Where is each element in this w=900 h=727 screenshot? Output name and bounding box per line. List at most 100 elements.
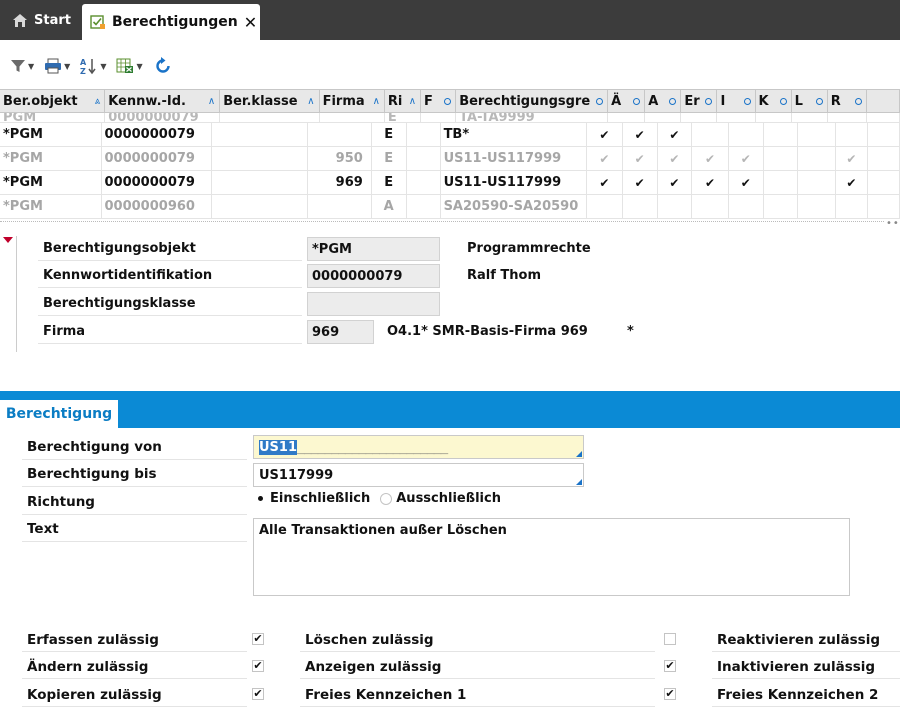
- anzeigen-label: Anzeigen zulässig: [305, 659, 442, 675]
- table-row[interactable]: PGM 0000000079 E TA-TA9999: [0, 113, 900, 123]
- export-button[interactable]: ▼: [116, 58, 143, 74]
- erfassen-checkbox[interactable]: ✔: [252, 633, 264, 645]
- divider: [22, 459, 247, 460]
- table-cell: ✔: [729, 171, 764, 194]
- permissions-grid: Ber.objekt ⩓ Kennw.-Id. ∧ Ber.klasse ∧ Firm…: [0, 89, 900, 219]
- aendern-checkbox[interactable]: ✔: [252, 660, 264, 672]
- table-cell: TB*: [441, 123, 588, 146]
- firma-description: O4.1* SMR-Basis-Firma 969: [387, 324, 588, 339]
- table-row[interactable]: *PGM 0000000079 969 E US11-US117999 ✔ ✔ ✔ ✔ ✔ ✔: [0, 171, 900, 195]
- collapse-marker-icon[interactable]: [3, 237, 13, 243]
- richtung-radio-group: Einschließlich Ausschließlich: [254, 491, 501, 506]
- column-header[interactable]: F: [421, 90, 457, 112]
- table-cell: PGM: [0, 113, 106, 122]
- divider: [300, 651, 655, 652]
- table-cell: 0000000960: [102, 195, 213, 218]
- column-header[interactable]: Er: [681, 90, 718, 112]
- richtung-label: Richtung: [27, 494, 95, 510]
- radio-ausschliesslich-label[interactable]: Ausschließlich: [396, 491, 501, 506]
- print-icon: [45, 58, 62, 74]
- column-header[interactable]: Berechtigungsgre: [456, 90, 609, 112]
- close-icon[interactable]: ✕: [244, 13, 257, 32]
- chevron-up-icon: ∧: [408, 95, 417, 107]
- divider: [38, 315, 302, 316]
- table-cell: [623, 195, 658, 218]
- table-cell: ✔: [658, 147, 693, 170]
- input-mask: ______________________: [297, 439, 448, 455]
- checkmark-icon: ✔: [669, 151, 680, 166]
- column-header[interactable]: Ä: [608, 90, 646, 112]
- chevron-down-icon: ▼: [136, 61, 143, 71]
- divider: [22, 706, 247, 707]
- column-header[interactable]: Firma ∧: [320, 90, 385, 112]
- column-header[interactable]: Ber.objekt ⩓: [0, 90, 106, 112]
- table-cell: 969: [308, 171, 372, 194]
- tab-berechtigungen[interactable]: Berechtigungen ✕: [82, 4, 260, 40]
- table-cell: ✔: [587, 147, 623, 170]
- column-header[interactable]: L: [792, 90, 828, 112]
- table-cell: 0000000079: [102, 171, 213, 194]
- table-cell: [212, 195, 309, 218]
- table-cell: [868, 147, 900, 170]
- text-area[interactable]: Alle Transaktionen außer Löschen: [253, 518, 850, 596]
- table-cell: 950: [308, 147, 372, 170]
- berechtigung-von-input[interactable]: US11 ______________________: [253, 435, 584, 459]
- table-cell: [658, 195, 693, 218]
- excel-export-icon: [116, 58, 134, 73]
- table-cell: [764, 147, 799, 170]
- berechtigung-bis-input[interactable]: US117999: [253, 463, 584, 487]
- checkmark-icon: ✔: [634, 151, 645, 166]
- column-header[interactable]: Ri ∧: [385, 90, 422, 112]
- divider: [38, 260, 302, 261]
- column-header[interactable]: K: [756, 90, 792, 112]
- table-row[interactable]: *PGM 0000000960 A SA20590-SA20590: [0, 195, 900, 219]
- column-header[interactable]: Kennw.-Id. ∧: [105, 90, 221, 112]
- table-row[interactable]: *PGM 0000000079 950 E US11-US117999 ✔ ✔ ✔ ✔ ✔ ✔: [0, 147, 900, 171]
- table-cell: [320, 113, 385, 122]
- section-tab-bar: [0, 391, 900, 428]
- tab-active-label: Berechtigungen: [112, 14, 238, 30]
- anzeigen-checkbox[interactable]: ✔: [664, 660, 676, 672]
- table-cell: E: [372, 171, 407, 194]
- column-header[interactable]: R: [828, 90, 867, 112]
- checkmark-icon: ✔: [599, 175, 610, 190]
- loeschen-checkbox[interactable]: [664, 633, 676, 645]
- table-cell: [692, 195, 729, 218]
- aendern-label: Ändern zulässig: [27, 659, 149, 675]
- freies1-label: Freies Kennzeichen 1: [305, 687, 467, 703]
- radio-einschliesslich-label[interactable]: Einschließlich: [270, 491, 370, 506]
- print-button[interactable]: ▼: [44, 58, 70, 74]
- table-cell: ✔: [836, 147, 868, 170]
- radio-ausschliesslich[interactable]: [380, 492, 393, 505]
- table-cell: [764, 171, 799, 194]
- refresh-button[interactable]: [153, 56, 173, 76]
- splitter-handle[interactable]: •••: [886, 218, 900, 229]
- table-cell: [212, 171, 309, 194]
- tab-start[interactable]: Start: [0, 0, 80, 40]
- table-cell: E: [372, 123, 407, 146]
- freies1-checkbox[interactable]: ✔: [664, 688, 676, 700]
- sort-az-icon: A Z: [80, 58, 96, 75]
- column-header[interactable]: [867, 90, 900, 112]
- svg-text:Z: Z: [80, 67, 86, 75]
- firma-label: Firma: [43, 324, 86, 339]
- column-header[interactable]: A: [645, 90, 682, 112]
- splitter[interactable]: [0, 221, 884, 222]
- divider: [22, 486, 247, 487]
- erfassen-label: Erfassen zulässig: [27, 632, 159, 648]
- column-header[interactable]: I: [717, 90, 756, 112]
- circle-icon: [444, 97, 452, 105]
- kopieren-checkbox[interactable]: ✔: [252, 688, 264, 700]
- field-help-icon: [576, 451, 582, 457]
- sort-button[interactable]: A Z ▼: [80, 57, 106, 75]
- tab-start-label: Start: [34, 12, 71, 28]
- table-cell: SA20590-SA20590: [441, 195, 588, 218]
- table-cell: [692, 123, 729, 146]
- table-row[interactable]: *PGM 0000000079 E TB* ✔ ✔ ✔: [0, 123, 900, 147]
- column-header[interactable]: Ber.klasse ∧: [220, 90, 320, 112]
- table-cell: [868, 123, 900, 146]
- table-cell: [645, 113, 682, 122]
- radio-einschliesslich[interactable]: [254, 493, 266, 505]
- filter-button[interactable]: ▼: [10, 58, 34, 74]
- tab-berechtigung[interactable]: Berechtigung: [0, 397, 118, 428]
